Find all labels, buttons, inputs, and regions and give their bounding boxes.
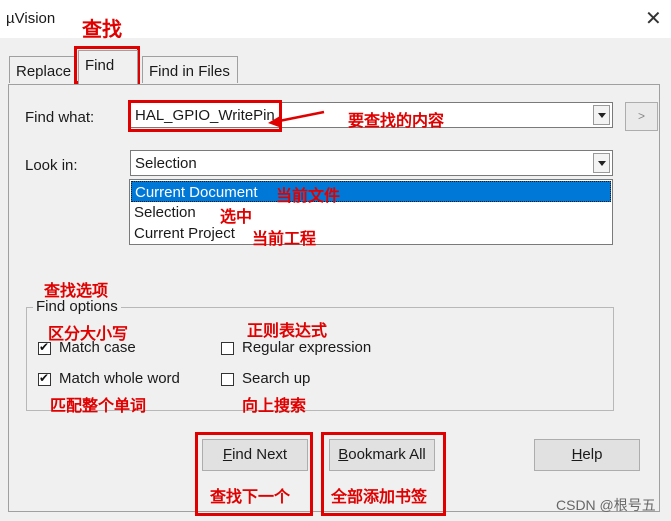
annotation-find-next: 查找下一个 bbox=[210, 489, 291, 506]
chevron-down-icon[interactable] bbox=[593, 105, 610, 125]
help-button[interactable]: Help bbox=[534, 439, 640, 471]
annotation-find-tab: 查找 bbox=[82, 19, 122, 41]
look-in-dropdown-list: Current Document Selection Current Proje… bbox=[129, 179, 613, 245]
arrow-icon bbox=[268, 110, 325, 127]
window-title: µVision bbox=[6, 10, 56, 27]
option-current-document[interactable]: Current Document bbox=[131, 181, 611, 202]
search-up-label[interactable]: Search up bbox=[242, 370, 310, 387]
look-in-value: Selection bbox=[135, 155, 197, 172]
search-up-checkbox[interactable] bbox=[221, 373, 234, 386]
help-label-accel: H bbox=[571, 446, 583, 463]
help-label: elp bbox=[582, 446, 603, 463]
annotation-find-content: 要查找的内容 bbox=[348, 113, 445, 130]
tab-replace[interactable]: Replace bbox=[9, 56, 75, 83]
annotation-selection: 选中 bbox=[220, 209, 253, 226]
option-current-project[interactable]: Current Project bbox=[131, 223, 611, 244]
more-button[interactable]: > bbox=[625, 102, 658, 131]
chevron-down-icon[interactable] bbox=[593, 153, 610, 173]
annotation-bookmark-all: 全部添加书签 bbox=[331, 489, 428, 506]
find-what-highlight bbox=[128, 100, 282, 132]
annotation-match-case: 区分大小写 bbox=[48, 326, 129, 343]
close-icon[interactable]: ✕ bbox=[645, 6, 662, 31]
match-whole-word-label[interactable]: Match whole word bbox=[59, 370, 180, 387]
annotation-current-project: 当前工程 bbox=[252, 231, 317, 248]
regular-expression-label[interactable]: Regular expression bbox=[242, 339, 371, 356]
annotation-current-document: 当前文件 bbox=[276, 188, 341, 205]
match-whole-word-checkbox[interactable] bbox=[38, 371, 51, 386]
tab-find[interactable]: Find bbox=[78, 50, 138, 84]
tab-find-in-files[interactable]: Find in Files bbox=[142, 56, 238, 83]
regular-expression-checkbox[interactable] bbox=[221, 342, 234, 355]
find-what-label: Find what: bbox=[25, 109, 95, 126]
look-in-label: Look in: bbox=[25, 157, 78, 174]
option-selection[interactable]: Selection bbox=[131, 202, 611, 223]
annotation-find-options: 查找选项 bbox=[44, 283, 109, 300]
annotation-match-whole-word: 匹配整个单词 bbox=[50, 398, 147, 415]
annotation-regular-expression: 正则表达式 bbox=[247, 323, 328, 340]
annotation-search-up: 向上搜索 bbox=[242, 398, 307, 415]
watermark: CSDN @根号五 bbox=[556, 497, 656, 513]
look-in-select[interactable]: Selection bbox=[130, 150, 613, 176]
